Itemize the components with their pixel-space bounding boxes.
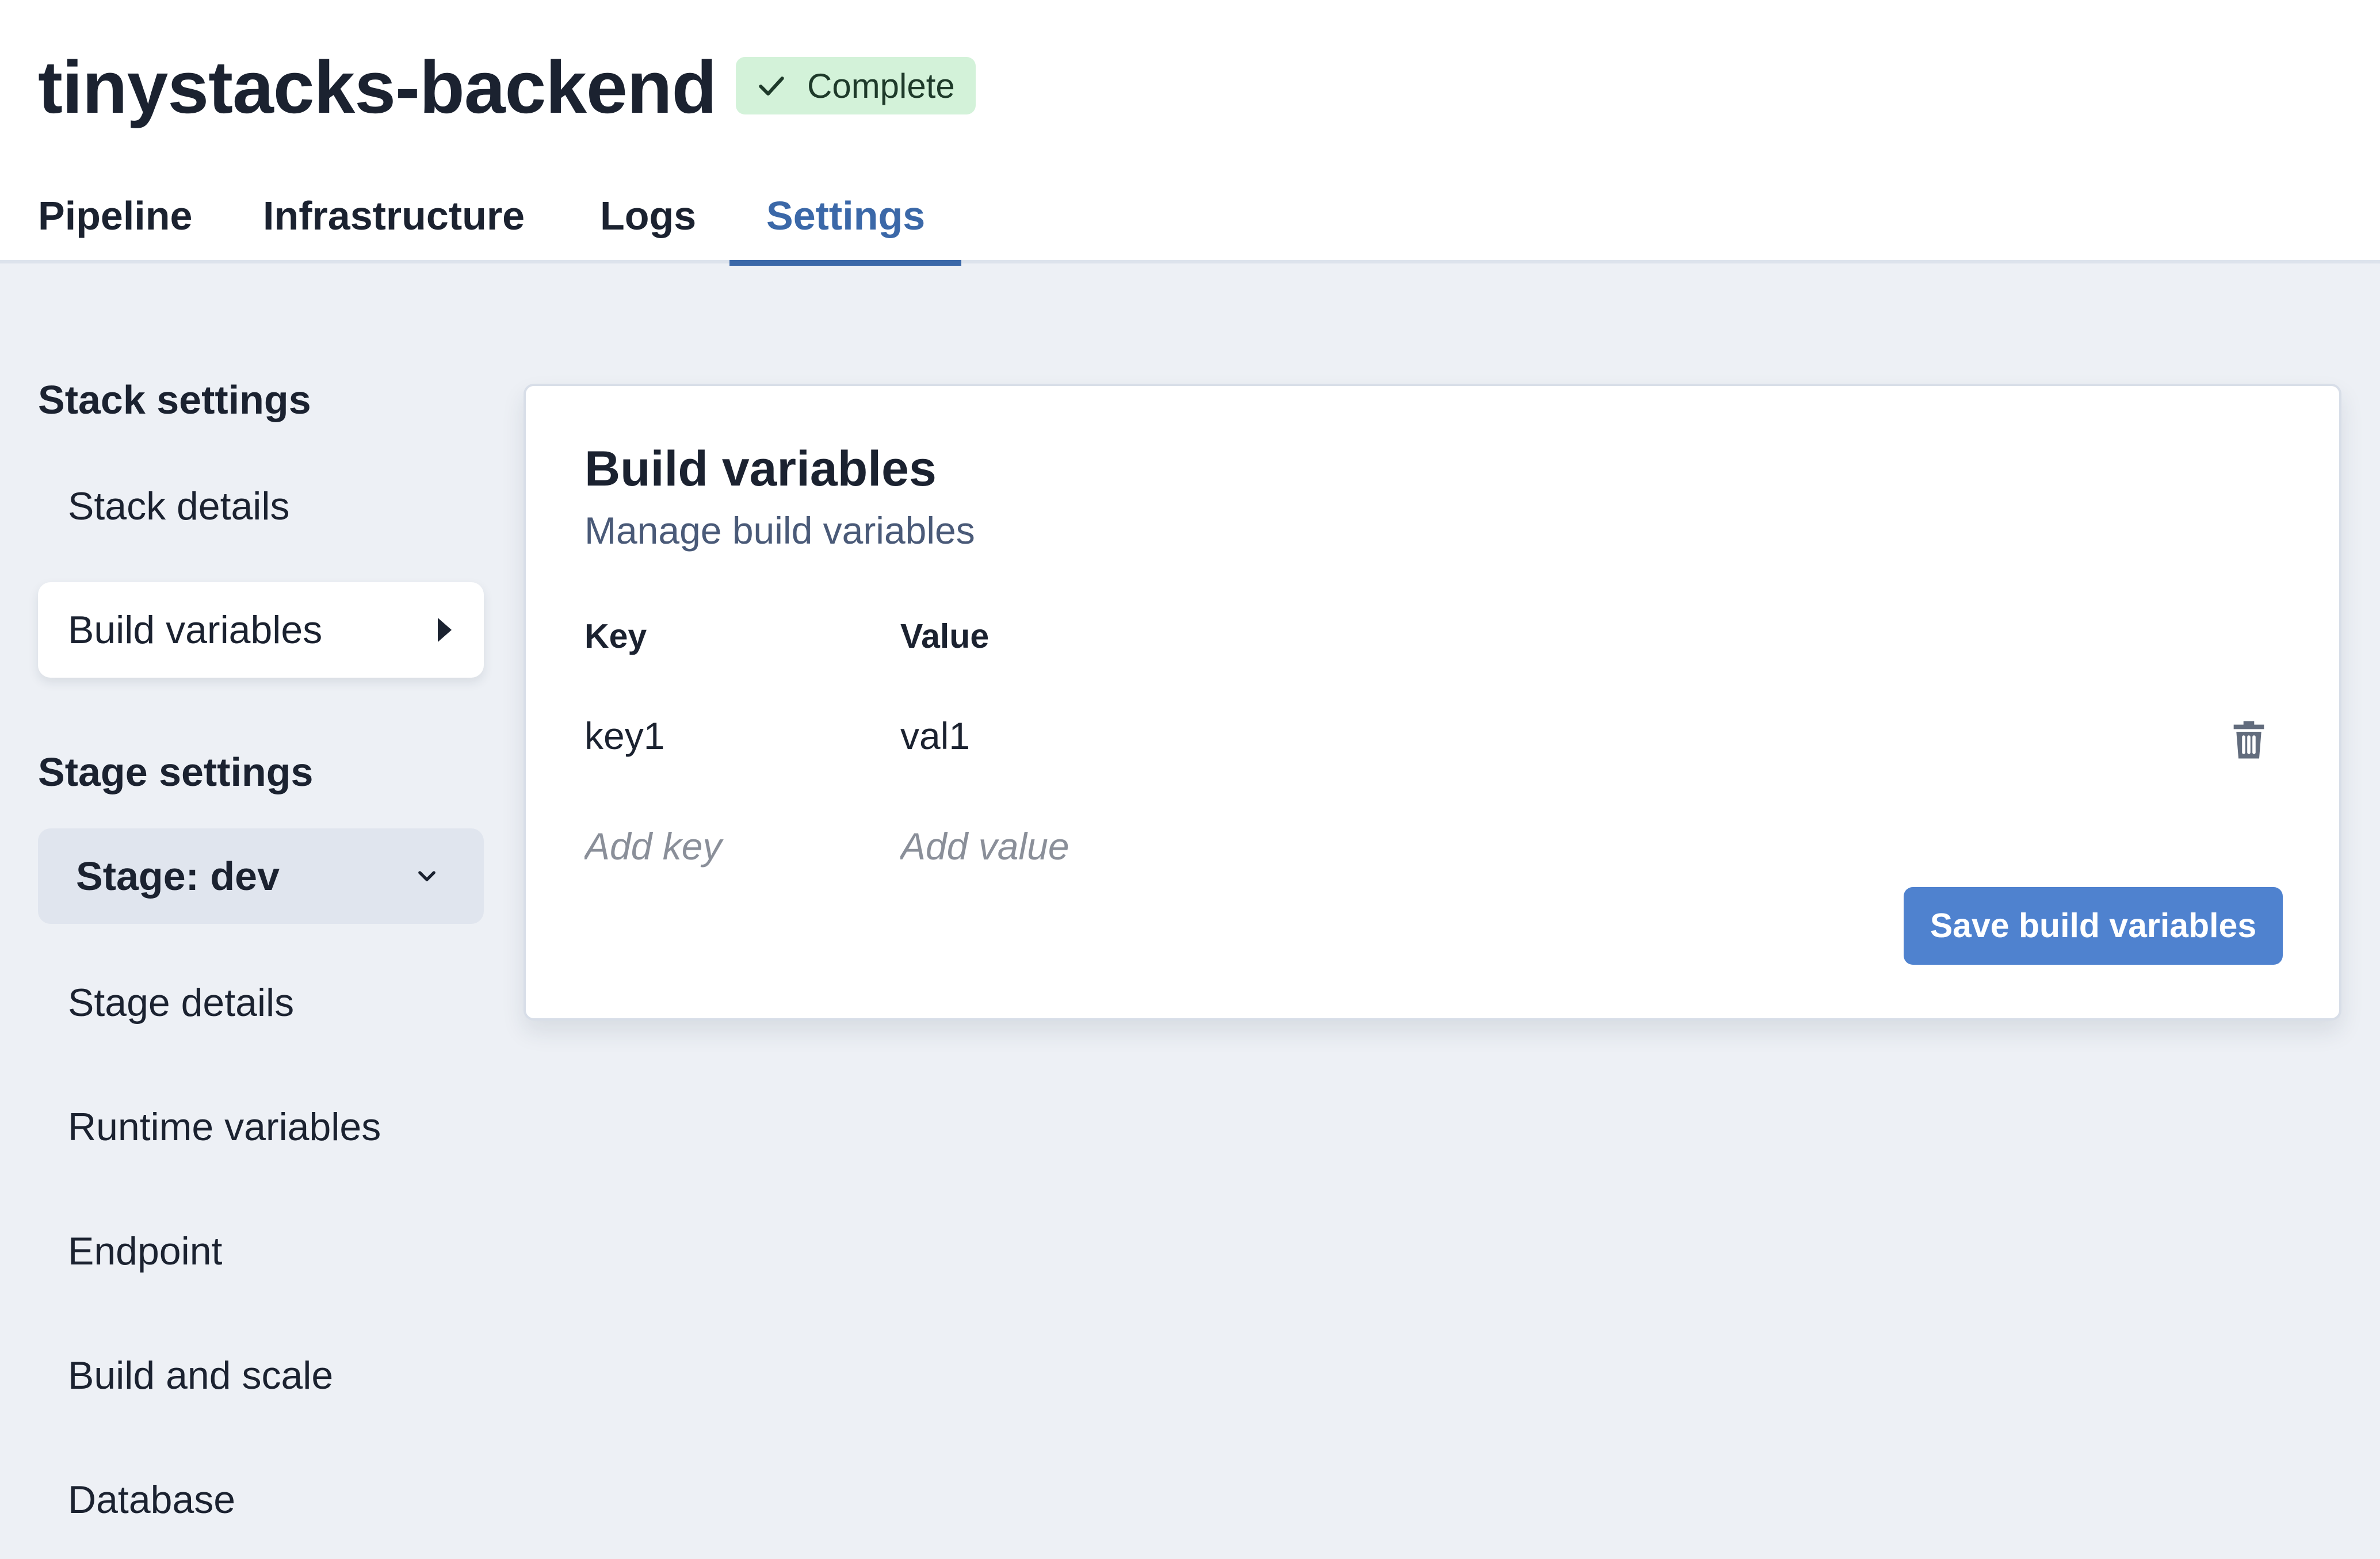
- sidebar-item-runtime-variables[interactable]: Runtime variables: [38, 1079, 484, 1175]
- tab-logs[interactable]: Logs: [600, 178, 696, 263]
- variable-key: key1: [585, 714, 665, 757]
- sidebar-item-label: Stage details: [68, 981, 295, 1025]
- sidebar-item-stack-details[interactable]: Stack details: [38, 458, 484, 554]
- stage-select-label: Stage: dev: [76, 854, 280, 899]
- sidebar-item-label: Stack details: [68, 484, 290, 528]
- delete-variable-button[interactable]: [2217, 708, 2280, 771]
- app-root: tinystacks-backend Complete Pipeline Inf…: [0, 0, 2380, 1559]
- sidebar-item-label: Database: [68, 1478, 236, 1522]
- sidebar-item-database[interactable]: Database: [38, 1452, 484, 1547]
- sidebar-item-endpoint[interactable]: Endpoint: [38, 1203, 484, 1299]
- chevron-down-icon: [418, 871, 435, 881]
- sidebar-item-label: Runtime variables: [68, 1105, 381, 1149]
- card-title: Build variables: [585, 441, 937, 496]
- save-build-variables-button[interactable]: Save build variables: [1904, 887, 2283, 965]
- sidebar-item-build-variables[interactable]: Build variables: [38, 582, 484, 678]
- status-label: Complete: [807, 66, 955, 105]
- column-header-key: Key: [585, 617, 647, 655]
- caret-right-icon: [438, 618, 452, 642]
- check-icon: [759, 77, 784, 96]
- page-header: tinystacks-backend Complete Pipeline Inf…: [0, 0, 2380, 266]
- sidebar-item-stage-details[interactable]: Stage details: [38, 955, 484, 1050]
- page-title: tinystacks-backend: [38, 46, 717, 129]
- sidebar-item-label: Build and scale: [68, 1354, 334, 1397]
- card-subtitle: Manage build variables: [585, 509, 975, 552]
- variable-value: val1: [900, 714, 971, 757]
- column-header-value: Value: [900, 617, 990, 655]
- sidebar-item-build-and-scale[interactable]: Build and scale: [38, 1328, 484, 1423]
- build-variables-card: Build variables Manage build variables K…: [524, 384, 2341, 1021]
- stage-settings-heading: Stage settings: [38, 750, 314, 794]
- sidebar-item-label: Endpoint: [68, 1229, 223, 1273]
- tab-pipeline[interactable]: Pipeline: [38, 178, 192, 263]
- sidebar-item-label: Build variables: [68, 608, 323, 652]
- status-badge: Complete: [736, 57, 976, 114]
- add-value-input[interactable]: [900, 815, 1188, 878]
- tab-settings[interactable]: Settings: [766, 178, 925, 263]
- stage-select[interactable]: Stage: dev: [38, 828, 484, 924]
- add-key-input[interactable]: [585, 815, 872, 878]
- trash-icon: [2233, 721, 2264, 759]
- active-tab-indicator: [729, 260, 961, 266]
- stack-settings-heading: Stack settings: [38, 377, 311, 422]
- tab-infrastructure[interactable]: Infrastructure: [263, 178, 525, 263]
